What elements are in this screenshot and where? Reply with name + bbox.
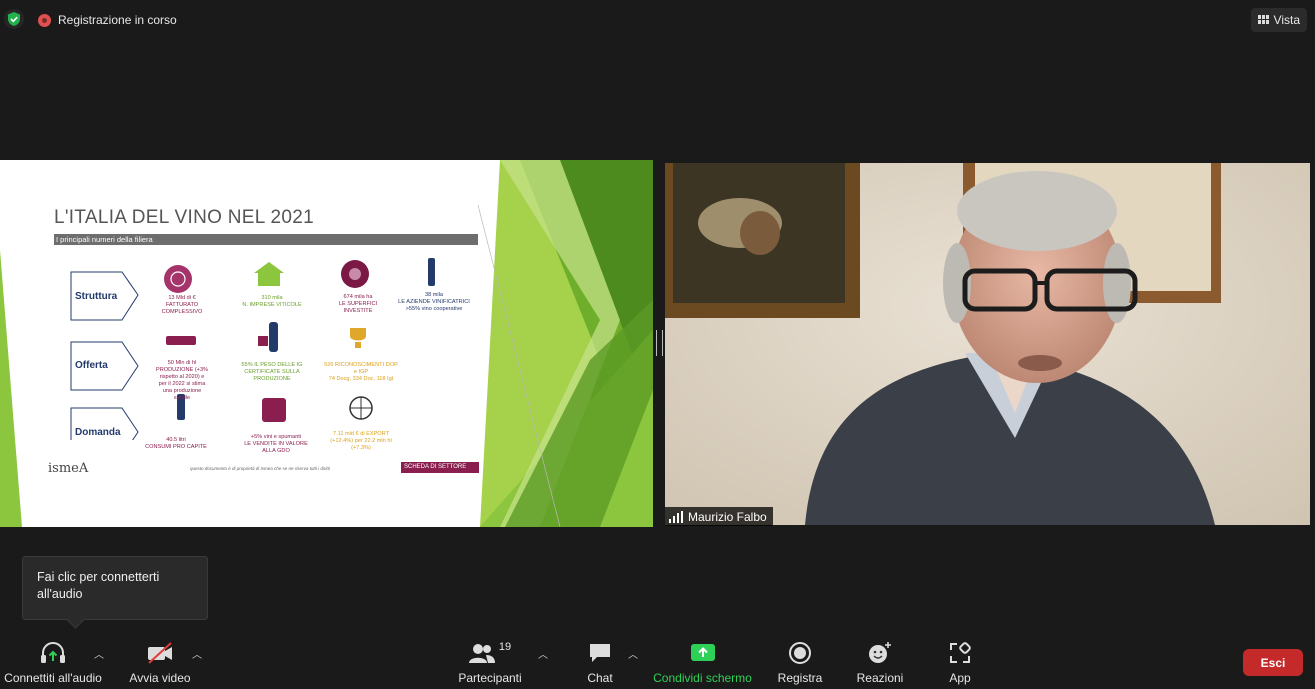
- connect-audio-label: Connettiti all'audio: [4, 671, 102, 685]
- stat-text: 674 mila ha LE SUPERFICI INVESTITE: [338, 294, 378, 314]
- chat-label: Chat: [587, 671, 613, 685]
- stat-text: 55% IL PESO DELLE IG CERTIFICATE SULLA P…: [241, 362, 303, 382]
- participants-count: 19: [498, 641, 512, 653]
- chat-options-chevron-icon[interactable]: ︿: [628, 646, 638, 661]
- slide-badge: SCHEDA DI SETTORE: [401, 462, 479, 473]
- chat-icon: [588, 641, 612, 665]
- chat-button[interactable]: Chat: [580, 641, 620, 685]
- reactions-button[interactable]: Reazioni: [852, 641, 908, 685]
- audio-options-chevron-icon[interactable]: ︿: [94, 646, 104, 661]
- shared-screen: L'ITALIA DEL VINO NEL 2021 I principali …: [0, 160, 653, 527]
- view-button[interactable]: Vista: [1250, 8, 1307, 32]
- share-screen-icon: [690, 641, 716, 665]
- signal-icon: [669, 510, 683, 523]
- apps-label: App: [949, 671, 971, 685]
- category-label: Struttura: [75, 291, 118, 302]
- participant-video[interactable]: [665, 163, 1310, 525]
- stat-text: 40.5 litri CONSUMI PRO CAPITE: [145, 437, 207, 450]
- top-bar: Registrazione in corso Vista: [0, 0, 1315, 40]
- resize-handle[interactable]: [656, 330, 663, 356]
- record-button[interactable]: Registra: [775, 641, 825, 685]
- reactions-icon: [867, 641, 893, 665]
- record-label: Registra: [777, 671, 823, 685]
- stat-text: +5% vini e spumanti LE VENDITE IN VALORE…: [244, 434, 308, 454]
- share-screen-button[interactable]: Condividi schermo: [650, 641, 755, 685]
- apps-icon: [949, 641, 971, 665]
- participant-nametag: Maurizio Falbo: [665, 507, 773, 526]
- slide-footer-note: questo documento è di proprietà di Ismea…: [190, 466, 330, 471]
- recording-indicator[interactable]: Registrazione in corso: [38, 13, 177, 27]
- ismea-logo: ismeA: [48, 461, 89, 476]
- start-video-button[interactable]: Avvia video: [125, 641, 195, 685]
- stat-text: 526 RICONOSCIMENTI DOP e IGP 74 Docg, 33…: [324, 362, 398, 382]
- participants-icon-wrap: 19: [468, 641, 512, 665]
- connect-audio-button[interactable]: Connettiti all'audio: [3, 641, 103, 685]
- grid-icon: [1257, 15, 1269, 24]
- participant-video-frame: [665, 163, 1310, 525]
- participants-options-chevron-icon[interactable]: ︿: [538, 646, 548, 661]
- category-label: Offerta: [75, 360, 108, 371]
- category-label: Domanda: [75, 427, 121, 438]
- start-video-label: Avvia video: [129, 671, 191, 685]
- leave-button[interactable]: Esci: [1243, 649, 1303, 676]
- participants-label: Partecipanti: [458, 671, 522, 685]
- stat-text: 50 Mln di hl PRODUZIONE (+3% rispetto al…: [155, 360, 209, 401]
- headphones-icon: [39, 641, 67, 665]
- share-screen-label: Condividi schermo: [653, 671, 752, 685]
- stat-text: 13 Mld di € FATTURATO COMPLESSIVO: [161, 295, 203, 315]
- slide-icons: [164, 258, 435, 422]
- participant-name: Maurizio Falbo: [688, 509, 767, 524]
- security-shield-icon[interactable]: [4, 9, 24, 29]
- recording-icon: [38, 13, 51, 27]
- reactions-label: Reazioni: [856, 671, 904, 685]
- audio-tooltip: Fai clic per connetterti all'audio: [22, 556, 208, 620]
- slide-title: L'ITALIA DEL VINO NEL 2021: [54, 207, 314, 228]
- video-off-icon: [146, 641, 174, 665]
- slide-subtitle: I principali numeri della filiera: [54, 234, 478, 245]
- recording-label: Registrazione in corso: [58, 13, 177, 27]
- stat-text: 38 mila LE AZIENDE VINIFICATRICI >55% vi…: [398, 292, 470, 312]
- stat-text: 7.11 mld € di EXPORT (+12.4%) per 22.2 m…: [330, 431, 392, 451]
- view-label: Vista: [1273, 13, 1300, 27]
- record-icon: [788, 641, 812, 665]
- participants-button[interactable]: 19 Partecipanti: [455, 641, 525, 685]
- stat-text: 310 mila N. IMPRESE VITICOLE: [242, 295, 302, 308]
- apps-button[interactable]: App: [940, 641, 980, 685]
- video-options-chevron-icon[interactable]: ︿: [192, 646, 202, 661]
- participants-icon: [468, 644, 495, 663]
